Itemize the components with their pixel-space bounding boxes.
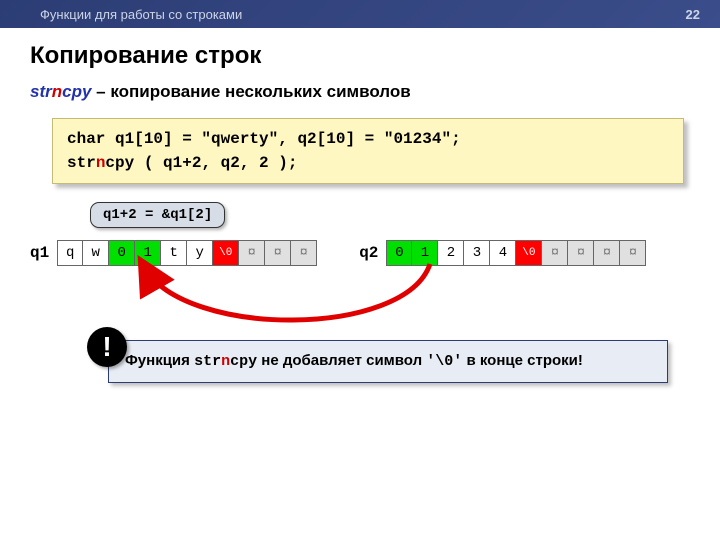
note-box: ! Функция strncpy не добавляет символ '\… [108,340,668,383]
array-cell: ¤ [291,240,317,266]
array-cell: ¤ [620,240,646,266]
code-block: char q1[10] = "qwerty", q2[10] = "01234"… [52,118,684,184]
section-title: Функции для работы со строками [40,7,242,22]
array-q2: q2 01234\0¤¤¤¤ [359,240,646,266]
array-cell: ¤ [594,240,620,266]
warning-icon: ! [87,327,127,367]
array-cell: ¤ [568,240,594,266]
array-cell: ¤ [542,240,568,266]
page-title: Копирование строк [0,28,720,76]
array-cell: y [187,240,213,266]
array-cell: 3 [464,240,490,266]
array-label: q2 [359,244,378,262]
array-cell: 2 [438,240,464,266]
array-cell: 1 [412,240,438,266]
array-cell: 1 [135,240,161,266]
subtitle: strncpy – копирование нескольких символо… [0,76,720,112]
array-cell: ¤ [265,240,291,266]
array-cell: \0 [516,240,542,266]
array-cell: t [161,240,187,266]
arrays-row: q1 qw01ty\0¤¤¤ q2 01234\0¤¤¤¤ [0,238,720,266]
array-cell: q [57,240,83,266]
array-cell: 0 [386,240,412,266]
array-cell: ¤ [239,240,265,266]
array-label: q1 [30,244,49,262]
code-line-2: strncpy ( q1+2, q2, 2 ); [67,151,669,175]
page-number: 22 [686,7,700,22]
array-cell: 4 [490,240,516,266]
code-line-1: char q1[10] = "qwerty", q2[10] = "01234"… [67,127,669,151]
slide-header: Функции для работы со строками 22 [0,0,720,28]
array-cell: w [83,240,109,266]
array-cell: 0 [109,240,135,266]
pointer-annotation: q1+2 = &q1[2] [90,202,225,228]
array-cell: \0 [213,240,239,266]
array-q1: q1 qw01ty\0¤¤¤ [30,240,317,266]
